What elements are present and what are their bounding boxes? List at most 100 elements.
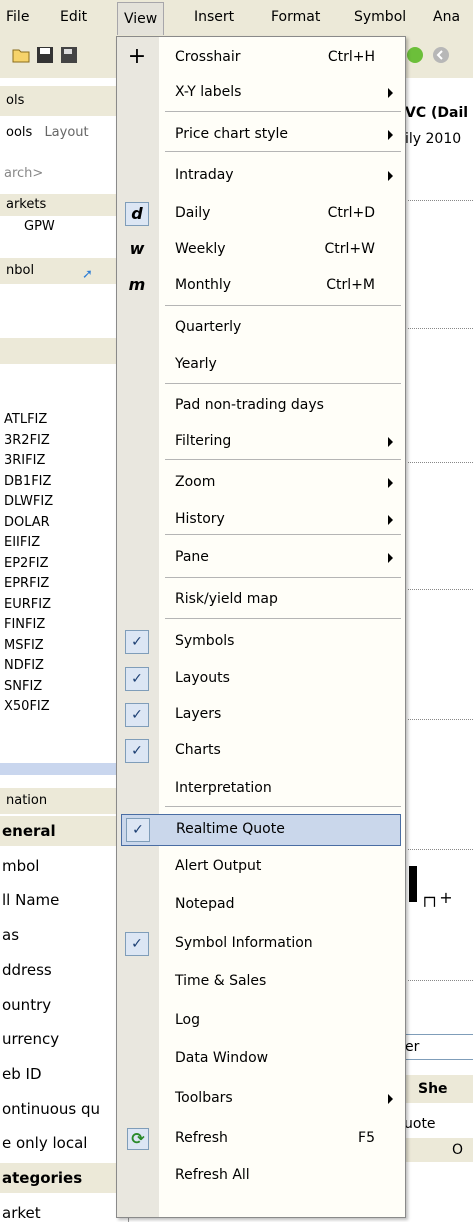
menu-item-symbol-information[interactable]: ✓ Symbol Information [117, 929, 405, 959]
info-row-label: arket [2, 1203, 41, 1222]
menu-item-label: Risk/yield map [175, 591, 278, 607]
tools-tabs: ools Layout [0, 120, 128, 146]
menu-item-log[interactable]: Log [117, 1006, 405, 1036]
menu-item-intraday[interactable]: Intraday [117, 161, 405, 191]
monthly-icon: m [128, 275, 146, 294]
symbol-list-item[interactable]: EIIFIZ [0, 533, 128, 553]
menu-item-label: Crosshair [175, 49, 241, 65]
menu-item-label: Notepad [175, 896, 235, 912]
submenu-arrow-icon [388, 478, 393, 488]
forward-green-icon[interactable] [406, 46, 424, 64]
tab-layout[interactable]: Layout [44, 125, 88, 140]
markets-item-gpw[interactable]: GPW [0, 216, 128, 238]
menu-item-label: Time & Sales [175, 973, 267, 989]
menu-view[interactable]: View [117, 2, 165, 35]
chart-subtitle: ily 2010 [405, 131, 462, 147]
menu-item-price-chart-style[interactable]: Price chart style [117, 120, 405, 150]
menu-symbol[interactable]: Symbol [354, 9, 406, 25]
submenu-arrow-icon [388, 88, 393, 98]
menu-edit[interactable]: Edit [60, 9, 87, 25]
menu-item-label: Symbol Information [175, 935, 313, 951]
symbol-list-item[interactable]: 3RIFIZ [0, 451, 128, 471]
menu-item-pad-non-trading-days[interactable]: Pad non-trading days [117, 391, 405, 421]
menu-item-time-sales[interactable]: Time & Sales [117, 967, 405, 997]
info-row-label: mbol [2, 856, 40, 875]
menu-item-risk-yield-map[interactable]: Risk/yield map [117, 585, 405, 615]
info-category: ategories [0, 1163, 128, 1193]
search-input[interactable]: arch> [0, 162, 128, 186]
tab-tools[interactable]: ools [0, 125, 32, 140]
save-all-icon[interactable] [60, 46, 78, 64]
grid-line [408, 980, 473, 981]
info-row-label: e only local [2, 1134, 88, 1153]
menu-item-filtering[interactable]: Filtering [117, 427, 405, 457]
symbol-list-item[interactable]: NDFIZ [0, 656, 128, 676]
tools-header: ols [0, 86, 128, 116]
menu-item-yearly[interactable]: Yearly [117, 350, 405, 380]
info-row-label: eb ID [2, 1064, 42, 1083]
menu-item-zoom[interactable]: Zoom [117, 468, 405, 498]
submenu-arrow-icon [388, 437, 393, 447]
open-folder-icon[interactable] [12, 46, 30, 64]
menu-item-history[interactable]: History [117, 505, 405, 535]
symbol-list-item[interactable]: EURFIZ [0, 595, 128, 615]
menu-insert[interactable]: Insert [194, 9, 234, 25]
menu-item-label: Layouts [175, 670, 230, 686]
symbol-list-item[interactable]: EPRFIZ [0, 574, 128, 594]
menu-item-layouts[interactable]: ✓ Layouts [117, 664, 405, 694]
menu-item-label: Monthly [175, 277, 232, 293]
menu-item-refresh[interactable]: ⟳ Refresh F5 [117, 1124, 405, 1154]
symbol-list-item[interactable]: 3R2FIZ [0, 431, 128, 451]
symbol-list-item[interactable]: FINFIZ [0, 615, 128, 635]
menu-analysis[interactable]: Ana [433, 9, 460, 25]
menu-file[interactable]: File [6, 9, 29, 25]
symbol-list-item[interactable]: MSFIZ [0, 636, 128, 656]
candle-ticks: ┌┐+ [420, 888, 453, 907]
menu-item-crosshair[interactable]: + Crosshair Ctrl+H [117, 43, 405, 73]
menu-item-charts[interactable]: ✓ Charts [117, 736, 405, 766]
symbol-list-item[interactable]: DOLAR [0, 513, 128, 533]
horizontal-scrollbar[interactable] [0, 763, 128, 775]
symbol-list-item[interactable]: X50FIZ [0, 697, 128, 717]
candle-bar [409, 866, 417, 902]
grid-line [408, 849, 473, 850]
symbol-list-item[interactable]: DB1FIZ [0, 472, 128, 492]
back-grey-icon[interactable] [432, 46, 450, 64]
quote-column-header: O [404, 1138, 473, 1162]
save-icon[interactable] [36, 46, 54, 64]
tab-sheet[interactable]: She [418, 1081, 448, 1097]
menu-item-symbols[interactable]: ✓ Symbols [117, 627, 405, 657]
menu-format[interactable]: Format [271, 9, 320, 25]
menu-item-weekly[interactable]: w Weekly Ctrl+W [117, 235, 405, 265]
menu-item-realtime-quote[interactable]: ✓ Realtime Quote [121, 814, 401, 846]
menu-item-label: Quarterly [175, 319, 242, 335]
info-row-label: ddress [2, 960, 52, 979]
chart-title: VC (Dail [405, 105, 469, 121]
menu-item-label: History [175, 511, 225, 527]
menu-item-label: Daily [175, 205, 211, 221]
menu-item-daily[interactable]: d Daily Ctrl+D [117, 199, 405, 229]
checkmark-icon: ✓ [125, 703, 149, 727]
symbol-list-item[interactable]: EP2FIZ [0, 554, 128, 574]
menu-item-quarterly[interactable]: Quarterly [117, 313, 405, 343]
menu-item-alert-output[interactable]: Alert Output [117, 852, 405, 882]
menu-item-interpretation[interactable]: Interpretation [117, 774, 405, 804]
symbol-list-item[interactable]: ATLFIZ [0, 410, 128, 430]
menu-item-monthly[interactable]: m Monthly Ctrl+M [117, 271, 405, 301]
menu-item-refresh-all[interactable]: Refresh All [117, 1161, 405, 1191]
menu-item-notepad[interactable]: Notepad [117, 890, 405, 920]
quote-label: uote [404, 1116, 436, 1132]
menu-separator [165, 577, 401, 578]
crosshair-icon: + [127, 44, 147, 69]
symbol-list-item[interactable]: SNFIZ [0, 677, 128, 697]
grid-line [408, 462, 473, 463]
menu-item-label: X-Y labels [175, 84, 242, 100]
menu-item-toolbars[interactable]: Toolbars [117, 1084, 405, 1114]
symbol-list-item[interactable]: DLWFIZ [0, 492, 128, 512]
checkmark-icon: ✓ [125, 739, 149, 763]
menu-item-x-y-labels[interactable]: X-Y labels [117, 78, 405, 108]
menu-item-pane[interactable]: Pane [117, 543, 405, 573]
sort-arrow-icon[interactable]: ➚ [82, 262, 93, 288]
menu-item-layers[interactable]: ✓ Layers [117, 700, 405, 730]
menu-item-data-window[interactable]: Data Window [117, 1044, 405, 1074]
